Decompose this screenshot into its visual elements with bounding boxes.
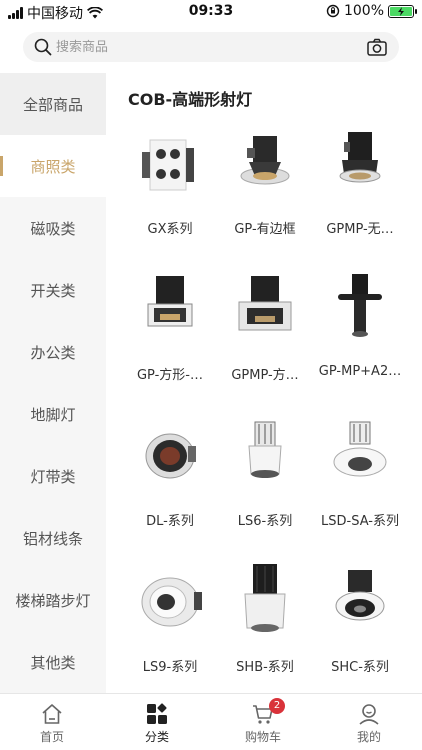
tab-category[interactable]: 分类 — [117, 694, 197, 750]
tab-label: 我的 — [356, 730, 381, 744]
product-card[interactable]: GPMP-无… — [312, 124, 408, 237]
status-right: 100% — [326, 3, 417, 19]
product-card[interactable]: GX系列 — [122, 124, 218, 237]
product-image — [240, 136, 290, 185]
product-card[interactable]: DL-系列 — [122, 416, 218, 529]
product-card[interactable]: SHC-系列 — [312, 562, 408, 675]
sidebar-item-office[interactable]: 办公类 — [0, 321, 106, 383]
battery-icon — [388, 4, 417, 18]
sidebar-item-aluminum[interactable]: 铝材线条 — [0, 507, 106, 569]
product-image — [244, 564, 286, 632]
product-name: GX系列 — [147, 222, 193, 237]
product-name: GP-MP+A2… — [318, 364, 402, 379]
product-card[interactable]: SHB-系列 — [217, 562, 313, 675]
profile-icon — [359, 704, 379, 725]
product-name: GPMP-方… — [231, 368, 299, 383]
tab-home[interactable]: 首页 — [12, 694, 92, 750]
product-image — [248, 421, 282, 478]
product-card[interactable]: LS6-系列 — [217, 416, 313, 529]
product-image — [339, 132, 381, 183]
category-sidebar: 全部商品 商照类 磁吸类 开关类 办公类 地脚灯 灯带类 铝材线条 楼梯踏步灯 … — [0, 73, 106, 693]
search-bar[interactable] — [23, 32, 399, 62]
sidebar-item-magnetic[interactable]: 磁吸类 — [0, 197, 106, 259]
sidebar-item-strip[interactable]: 灯带类 — [0, 445, 106, 507]
product-image — [333, 421, 387, 477]
product-name: GP-方形-… — [136, 368, 203, 383]
camera-icon[interactable] — [367, 38, 387, 56]
product-card[interactable]: GP-有边框 — [217, 124, 313, 237]
tab-profile[interactable]: 我的 — [329, 694, 409, 750]
product-card[interactable]: LS9-系列 — [122, 562, 218, 675]
sidebar-item-floor-light[interactable]: 地脚灯 — [0, 383, 106, 445]
sidebar-item-other[interactable]: 其他类 — [0, 631, 106, 693]
sidebar-item-stair-light[interactable]: 楼梯踏步灯 — [0, 569, 106, 631]
product-card[interactable]: GP-MP+A2… — [312, 270, 408, 379]
product-name: LS6-系列 — [237, 514, 293, 529]
bottom-tab-bar: 首页 分类 2 购物车 我的 — [0, 693, 422, 750]
search-input[interactable] — [56, 32, 356, 62]
sidebar-item-commercial[interactable]: 商照类 — [0, 135, 106, 197]
product-image — [338, 274, 382, 337]
search-icon — [34, 38, 52, 56]
product-image — [238, 276, 292, 331]
product-image — [141, 577, 202, 627]
product-image — [142, 139, 194, 191]
battery-percent: 100% — [343, 3, 384, 19]
cart-badge: 2 — [269, 698, 285, 714]
product-card[interactable]: LSD-SA-系列 — [312, 416, 408, 529]
tab-label: 分类 — [144, 730, 169, 744]
product-card[interactable]: GPMP-方… — [217, 270, 313, 383]
tab-label: 首页 — [39, 730, 64, 744]
product-name: GP-有边框 — [234, 222, 296, 237]
product-name: LSD-SA-系列 — [321, 514, 399, 529]
sidebar-item-switch[interactable]: 开关类 — [0, 259, 106, 321]
rotation-lock-icon — [326, 4, 340, 18]
product-name: SHB-系列 — [236, 660, 294, 675]
product-image — [145, 433, 196, 479]
product-image — [147, 276, 193, 327]
product-card[interactable]: GP-方形-… — [122, 270, 218, 383]
status-bar: 中国移动 09:33 100% — [0, 0, 422, 24]
sidebar-item-all[interactable]: 全部商品 — [0, 73, 106, 135]
product-name: LS9-系列 — [142, 660, 198, 675]
product-image — [335, 570, 385, 621]
home-icon — [42, 704, 62, 724]
product-name: SHC-系列 — [331, 660, 389, 675]
tab-label: 购物车 — [244, 730, 281, 744]
product-name: DL-系列 — [146, 514, 194, 529]
section-title: COB-高端形射灯 — [128, 90, 253, 109]
tab-cart[interactable]: 2 购物车 — [223, 694, 303, 750]
product-name: GPMP-无… — [326, 222, 394, 237]
category-icon — [147, 703, 167, 724]
